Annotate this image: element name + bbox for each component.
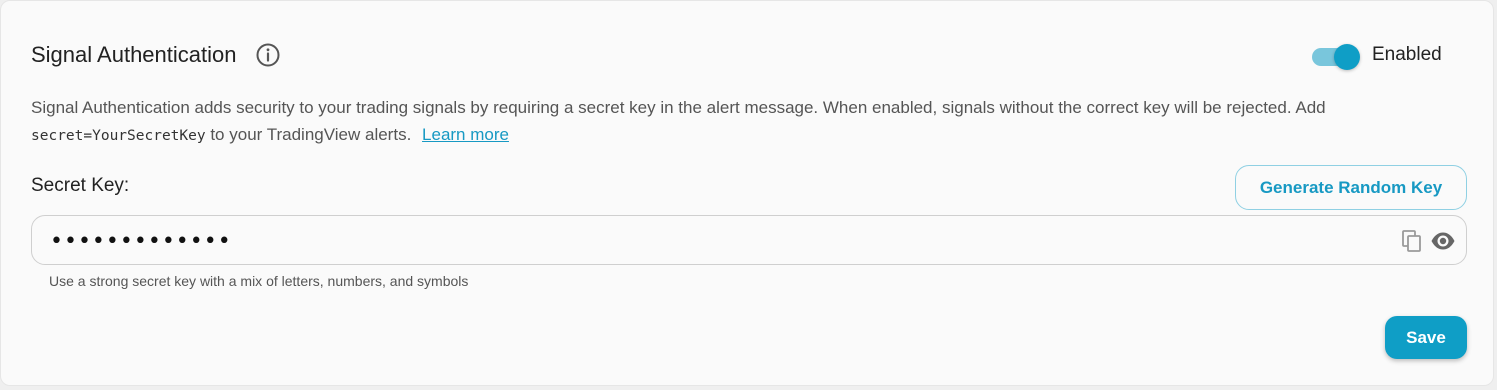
copy-icon[interactable] [1400,229,1424,253]
toggle-knob [1334,44,1360,70]
description-text-after: to your TradingView alerts. [205,125,412,144]
section-header: Signal Authentication [31,39,281,71]
secret-key-hint: Use a strong secret key with a mix of le… [49,273,469,289]
secret-key-label: Secret Key: [31,175,130,196]
toggle-label: Enabled [1372,44,1442,65]
section-description: Signal Authentication adds security to y… [31,94,1471,150]
save-button[interactable]: Save [1385,316,1467,359]
secret-key-field [31,215,1467,265]
signal-authentication-card: Signal Authentication Enabled Signal Aut… [0,0,1494,386]
enabled-toggle-group: Enabled [1312,41,1442,70]
secret-key-input[interactable] [50,226,1390,256]
section-title: Signal Authentication [31,42,237,67]
info-icon[interactable] [255,42,281,68]
eye-icon[interactable] [1430,228,1456,254]
code-snippet: secret=YourSecretKey [31,128,206,144]
enabled-toggle[interactable] [1312,44,1360,70]
generate-random-key-button[interactable]: Generate Random Key [1235,165,1467,210]
description-text: Signal Authentication adds security to y… [31,98,1326,117]
learn-more-link[interactable]: Learn more [422,125,509,144]
